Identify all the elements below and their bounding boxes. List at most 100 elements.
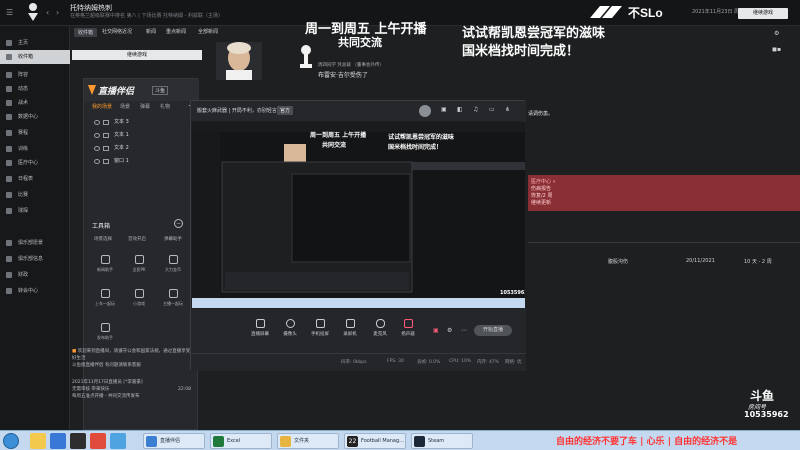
- sidebar-item-dynamics[interactable]: 动态: [0, 82, 70, 96]
- sidebar-item-vision[interactable]: 俱乐部愿景: [0, 236, 70, 250]
- bell-icon[interactable]: ♫: [473, 106, 478, 113]
- notice-text: 请调伤患。: [528, 111, 554, 117]
- chat-line: 每周五准点开播 - 共同交流传发布: [72, 394, 140, 399]
- fm-tabs: 收件箱 社交网络近况 新闻 重点新闻 全部新闻: [70, 26, 800, 38]
- sidebar-item-tactics[interactable]: 战术: [0, 96, 70, 110]
- tab-social[interactable]: 社交网络近况: [102, 28, 132, 35]
- visibility-icon[interactable]: [94, 120, 100, 125]
- zb-tab-danmaku[interactable]: 弹幕: [140, 103, 150, 110]
- forward-icon[interactable]: ›: [56, 8, 66, 18]
- sidebar-item-data[interactable]: 数据中心: [0, 110, 70, 124]
- sidebar-item-medical[interactable]: 医疗中心: [0, 156, 70, 170]
- tool-publish[interactable]: 发布助手: [90, 323, 120, 347]
- taskbar-item-excel[interactable]: Excel: [210, 433, 272, 449]
- phone-cast-button[interactable]: 手机投屏: [307, 319, 333, 343]
- zb-platform-badge[interactable]: 斗鱼: [152, 86, 169, 95]
- browser-pin-icon[interactable]: [50, 433, 66, 449]
- media-pin-icon[interactable]: [70, 433, 86, 449]
- tab-all-news[interactable]: 全部新闻: [198, 28, 218, 35]
- visibility-icon[interactable]: [94, 159, 100, 164]
- notification-icon[interactable]: ◼▪: [772, 46, 786, 54]
- zb-tab-scene[interactable]: 场景: [120, 103, 130, 110]
- tab-key-news[interactable]: 重点新闻: [166, 28, 186, 35]
- source-item[interactable]: 窗口 1: [92, 156, 192, 167]
- sidebar-item-home[interactable]: 主页: [0, 36, 70, 50]
- stat-drop: 丢帧: 0.0%: [417, 360, 441, 365]
- tool-play-together[interactable]: 主播一起玩: [158, 289, 188, 313]
- folder-pin-icon[interactable]: [30, 433, 46, 449]
- gift-icon[interactable]: ▣: [441, 106, 447, 113]
- medical-panel-title[interactable]: 医疗中心 »: [531, 178, 556, 185]
- menu-icon[interactable]: ☰: [6, 8, 16, 18]
- toolbox-collapse-icon[interactable]: −: [174, 219, 183, 228]
- start-live-button[interactable]: 开始直播: [474, 325, 512, 336]
- visibility-icon[interactable]: [94, 146, 100, 151]
- tool-ride-together[interactable]: 上车一起玩: [90, 289, 120, 313]
- stream-tag[interactable]: 官方: [277, 106, 294, 115]
- app2-pin-icon[interactable]: [110, 433, 126, 449]
- back-icon[interactable]: ‹: [46, 8, 56, 18]
- speaker-button[interactable]: 扬声器: [395, 319, 421, 343]
- tool-news-helper[interactable]: 新闻助手: [90, 255, 120, 279]
- stream-title[interactable]: 搬套火麻武器 | 开局不利，亦别轻言放弃: [197, 107, 287, 114]
- phone-icon: [315, 319, 325, 328]
- sidebar-item-schedule[interactable]: 日程表: [0, 172, 70, 186]
- tool-scene-select[interactable]: 场景选择: [94, 236, 112, 242]
- tab-inbox[interactable]: 收件箱: [74, 28, 98, 37]
- taskbar-item-folder[interactable]: 文件夹: [277, 433, 339, 449]
- monitor-small-icon[interactable]: ▭: [489, 106, 495, 113]
- camera-button[interactable]: 摄像头: [277, 319, 303, 343]
- share-icon[interactable]: ⋔: [505, 106, 510, 113]
- sidebar-item-training[interactable]: 训练: [0, 142, 70, 156]
- sidebar-item-squad[interactable]: 阵容: [0, 68, 70, 82]
- fm-continue-small-button[interactable]: 继续游戏: [72, 50, 202, 60]
- tool-sound[interactable]: 音效开启: [128, 236, 146, 242]
- tool-danmaku-helper[interactable]: 弹幕助手: [164, 236, 182, 242]
- sidebar-item-fixtures[interactable]: 赛程: [0, 126, 70, 140]
- zb-header: 直播伴侣 斗鱼: [84, 79, 199, 101]
- source-item[interactable]: 文本 1: [92, 130, 192, 141]
- tool-mini-game[interactable]: 小游戏: [124, 289, 154, 313]
- vision-icon: [6, 240, 12, 246]
- sidebar-item-inbox[interactable]: 收件箱: [0, 50, 70, 64]
- sidebar-item-transfers[interactable]: 转会中心: [0, 284, 70, 298]
- taskbar-item-fm[interactable]: 22 Football Manag...: [344, 433, 406, 449]
- tool-pk[interactable]: 全民PK: [124, 255, 154, 279]
- settings-icon[interactable]: ⚙: [774, 30, 784, 38]
- continue-button[interactable]: 继续游戏: [738, 8, 788, 19]
- sidebar-item-finance[interactable]: 财政: [0, 268, 70, 282]
- microphone-button[interactable]: 麦克风: [367, 319, 393, 343]
- excel-icon: [213, 436, 224, 447]
- medical-panel[interactable]: 医疗中心 » 伤病报告 恢复/2 周 继续更新: [528, 175, 800, 211]
- source-item[interactable]: 文本 2: [92, 143, 192, 154]
- stream-main-header: 搬套火麻武器 | 开局不利，亦别轻言放弃 官方 ▣ ◧ ♫ ▭ ⋔: [191, 101, 526, 121]
- taskbar-item-companion[interactable]: 直播伴侣: [143, 433, 205, 449]
- data-icon: [6, 114, 12, 120]
- zb-tab-my-scene[interactable]: 我的场景: [92, 103, 112, 110]
- visibility-icon[interactable]: [94, 133, 100, 138]
- news-headline[interactable]: 布雷安·吉尔受伤了: [318, 70, 368, 79]
- stat-network: 网络: 优: [505, 360, 522, 365]
- start-button[interactable]: [3, 433, 19, 449]
- screen-capture-button[interactable]: 直播屏幕: [247, 319, 273, 343]
- app-pin-icon[interactable]: [90, 433, 106, 449]
- source-item[interactable]: 文本 3: [92, 117, 192, 128]
- tool-coins[interactable]: 大力金币: [158, 255, 188, 279]
- avatar[interactable]: [419, 105, 431, 117]
- preview-overlay-text4: 国米档找时间完成！: [388, 144, 443, 151]
- shirt-icon[interactable]: ◧: [457, 106, 463, 113]
- sidebar-item-matches[interactable]: 比赛: [0, 188, 70, 202]
- sidebar-item-scouting[interactable]: 球探: [0, 204, 70, 218]
- sidebar-item-club-info[interactable]: 俱乐部信息: [0, 252, 70, 266]
- brand-logo-icon: 不SLo: [590, 6, 663, 20]
- record-red-icon[interactable]: ▣: [433, 327, 439, 334]
- steam-icon: [414, 436, 425, 447]
- taskbar-item-steam[interactable]: Steam: [411, 433, 473, 449]
- recorder-button[interactable]: 录屏机: [337, 319, 363, 343]
- zb-tab-gifts[interactable]: 礼物: [160, 103, 170, 110]
- fm-app-icon: 22: [347, 436, 358, 447]
- more-icon[interactable]: ⋯: [461, 327, 467, 334]
- settings-small-icon[interactable]: ⚙: [447, 327, 452, 334]
- overlay-goal-sub-text: 国米档找时间完成！: [462, 44, 580, 59]
- tab-news[interactable]: 新闻: [146, 28, 156, 35]
